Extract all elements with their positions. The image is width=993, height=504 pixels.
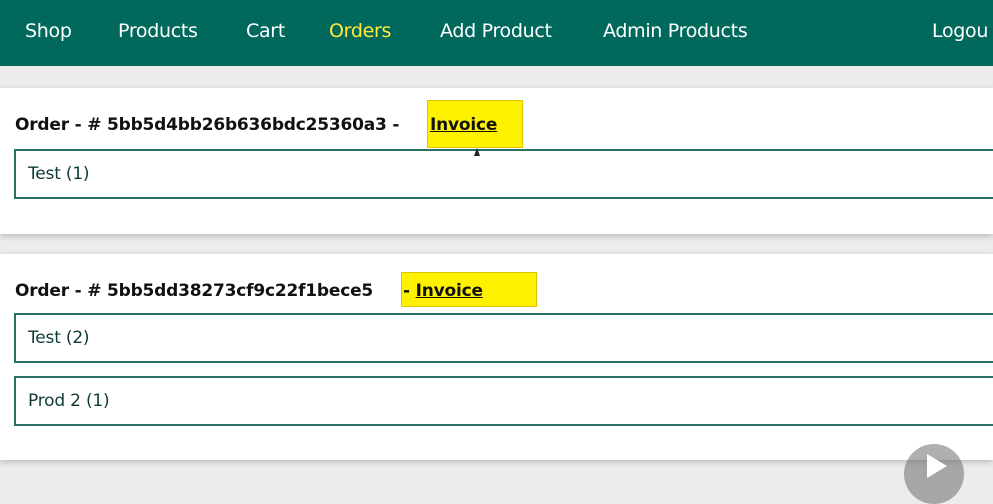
invoice-separator: - — [403, 281, 416, 301]
order-item-label: Prod 2 (1) — [28, 391, 110, 411]
play-button[interactable] — [904, 444, 964, 504]
order-card: Order - # 5bb5d4bb26b636bdc25360a3 - Inv… — [0, 88, 993, 234]
order-item: Test (1) — [14, 149, 993, 199]
order-item-label: Test (2) — [28, 328, 90, 348]
mouse-cursor-icon — [474, 148, 480, 156]
nav-item-add-product[interactable]: Add Product — [440, 20, 552, 42]
order-card: Order - # 5bb5dd38273cf9c22f1bece5 - Inv… — [0, 254, 993, 460]
nav-item-products[interactable]: Products — [118, 20, 198, 42]
nav-item-admin-products[interactable]: Admin Products — [603, 20, 748, 42]
play-icon — [927, 454, 947, 478]
nav-item-orders[interactable]: Orders — [329, 20, 391, 42]
logout-button[interactable]: Logou — [932, 20, 988, 42]
nav-item-shop[interactable]: Shop — [25, 20, 72, 42]
invoice-link[interactable]: - Invoice — [403, 281, 483, 301]
order-header: Order - # 5bb5dd38273cf9c22f1bece5 — [15, 281, 374, 301]
order-item: Prod 2 (1) — [14, 376, 993, 426]
top-navigation-bar: Shop Products Cart Orders Add Product Ad… — [0, 0, 993, 66]
order-header: Order - # 5bb5d4bb26b636bdc25360a3 - — [15, 115, 400, 135]
invoice-link-text[interactable]: Invoice — [416, 281, 483, 301]
order-item-label: Test (1) — [28, 164, 90, 184]
nav-item-cart[interactable]: Cart — [246, 20, 285, 42]
order-item: Test (2) — [14, 313, 993, 363]
invoice-link[interactable]: Invoice — [430, 115, 497, 135]
